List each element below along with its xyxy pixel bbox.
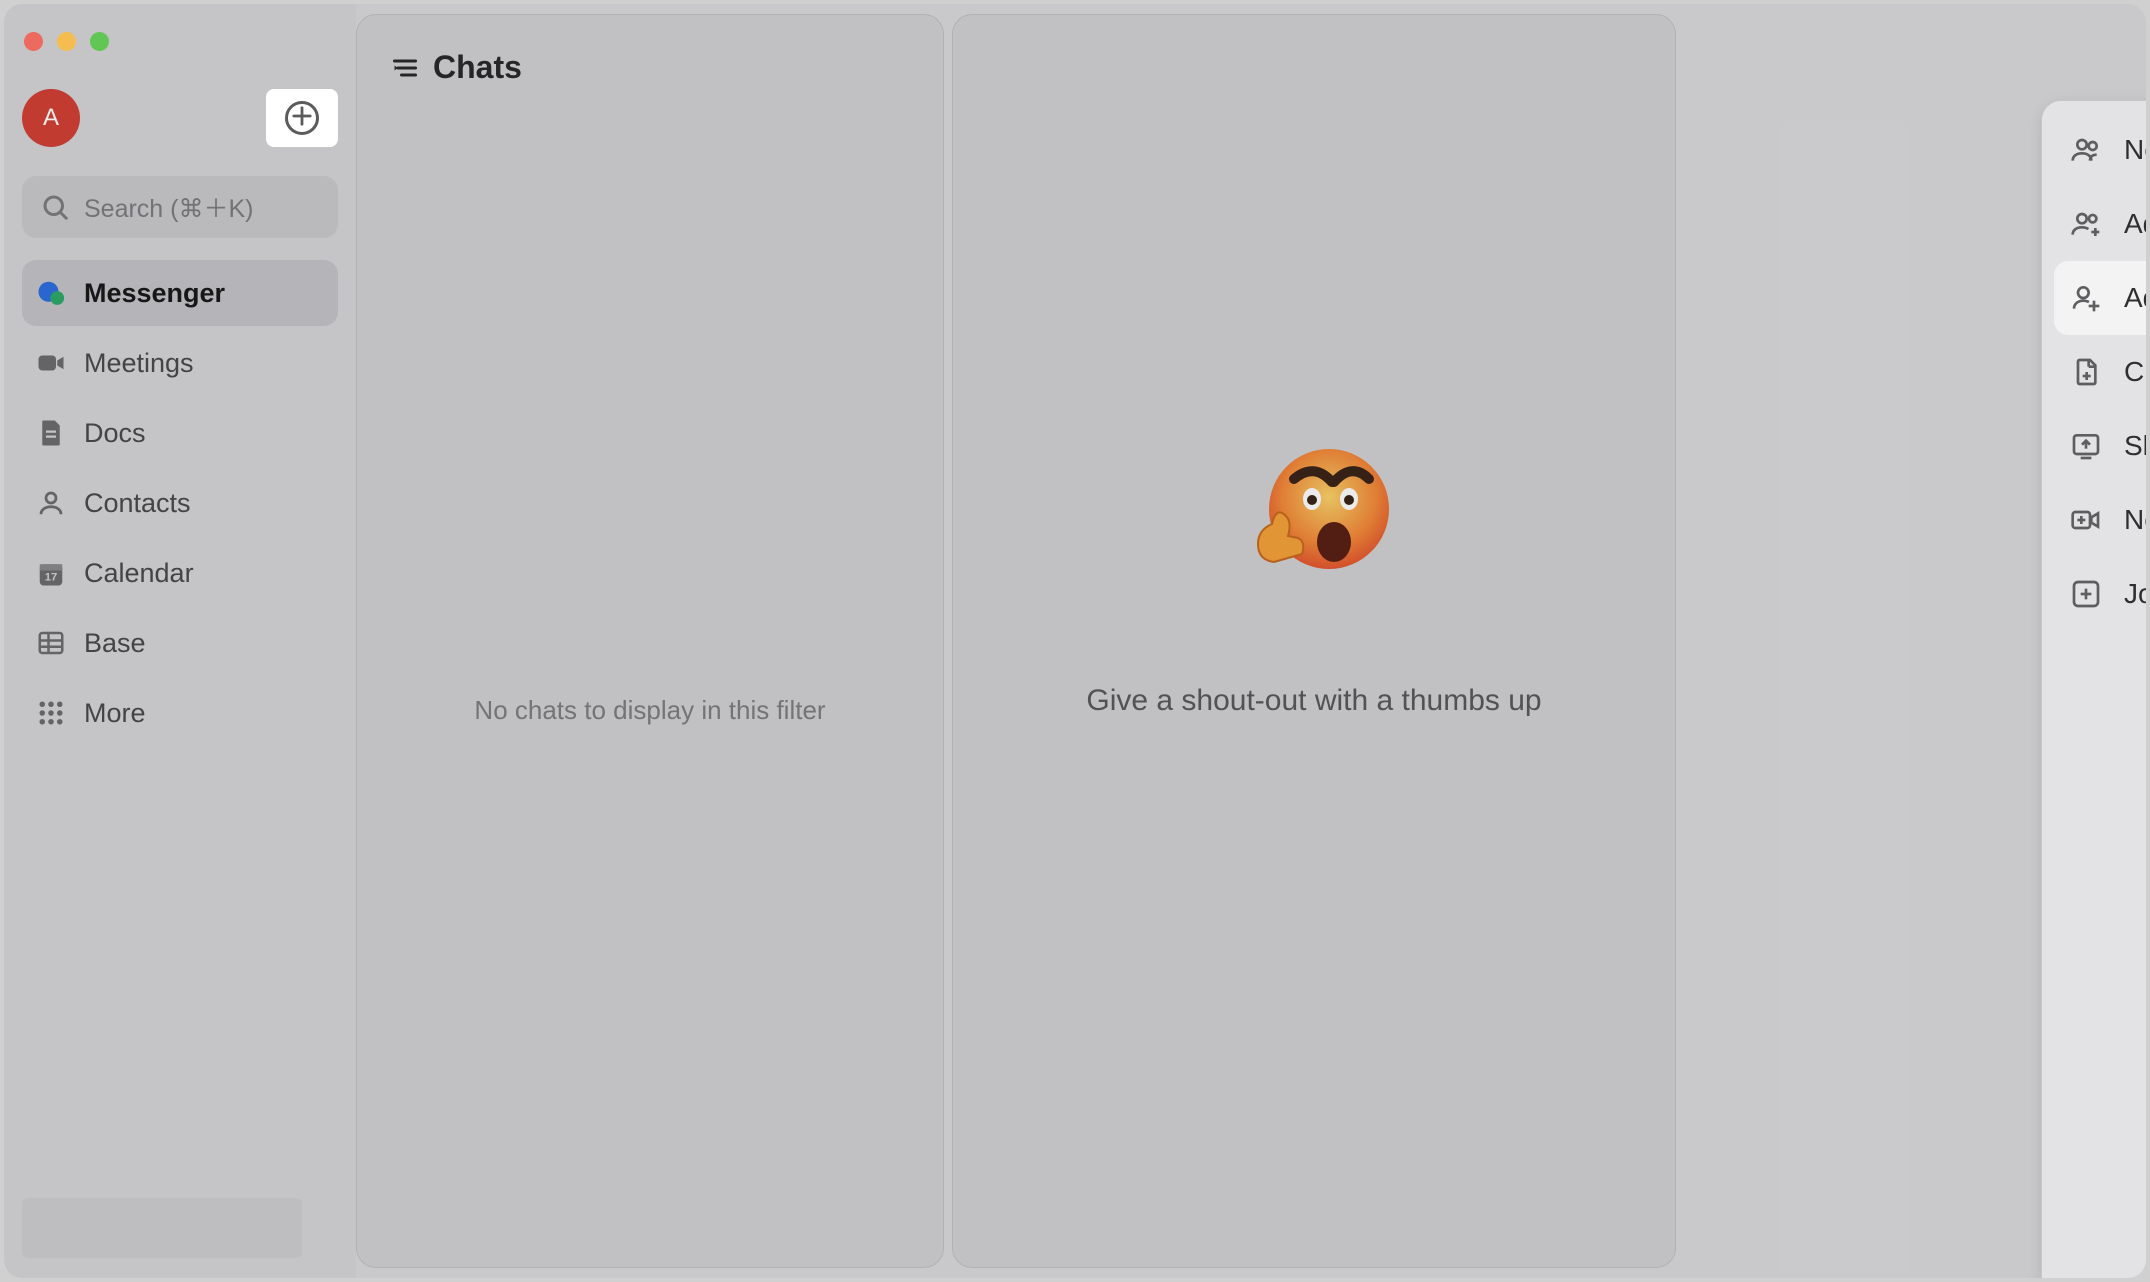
menu-item-label: New Group [2124, 134, 2146, 166]
add-contact-icon [2070, 282, 2102, 314]
menu-item-new-video-meeting[interactable]: New Video Meeting [2054, 483, 2146, 557]
menu-item-label: Create Docs [2124, 356, 2146, 388]
menu-item-share-screen[interactable]: Share Screen [2054, 409, 2146, 483]
menu-item-label: Share Screen [2124, 430, 2146, 462]
chats-empty-text: No chats to display in this filter [357, 695, 943, 726]
add-member-icon [2070, 208, 2102, 240]
main-empty-state: Give a shout-out with a thumbs up [952, 14, 1676, 1268]
sidebar-item-label: Meetings [84, 348, 194, 379]
join-meeting-icon [2070, 578, 2102, 610]
sidebar-item-label: Base [84, 628, 146, 659]
base-icon [36, 628, 66, 658]
sidebar-item-more[interactable]: More [22, 680, 338, 746]
chats-title: Chats [433, 49, 522, 86]
share-screen-icon [2070, 430, 2102, 462]
menu-item-new-group[interactable]: New Group [2054, 113, 2146, 187]
svg-text:17: 17 [45, 572, 58, 584]
search-icon [40, 192, 70, 222]
sidebar-item-contacts[interactable]: Contacts [22, 470, 338, 536]
app-window: A Search (⌘＋K) [4, 4, 2146, 1278]
filter-icon [391, 54, 419, 82]
window-controls [24, 32, 109, 51]
group-icon [2070, 134, 2102, 166]
menu-item-add-external-contact[interactable]: Add External Contact [2054, 261, 2146, 335]
close-window-button[interactable] [24, 32, 43, 51]
compose-dropdown: New Group Add Organization Member Add Ex… [2041, 100, 2146, 1278]
create-docs-icon [2070, 356, 2102, 388]
avatar[interactable]: A [22, 89, 80, 147]
nav-list: Messenger Meetings Docs Contacts [22, 260, 338, 746]
calendar-icon: 17 [36, 558, 66, 588]
menu-item-label: Add External Contact [2124, 282, 2146, 314]
contacts-icon [36, 488, 66, 518]
video-icon [36, 348, 66, 378]
more-icon [36, 698, 66, 728]
new-video-icon [2070, 504, 2102, 536]
search-input[interactable]: Search (⌘＋K) [22, 176, 338, 238]
sidebar-item-meetings[interactable]: Meetings [22, 330, 338, 396]
menu-item-create-docs[interactable]: Create Docs [2054, 335, 2146, 409]
plus-icon [288, 102, 316, 134]
sidebar-item-docs[interactable]: Docs [22, 400, 338, 466]
nav-sidebar: A Search (⌘＋K) [4, 4, 356, 1278]
sidebar-item-base[interactable]: Base [22, 610, 338, 676]
menu-item-add-org-member[interactable]: Add Organization Member [2054, 187, 2146, 261]
thumbs-up-emoji-icon [1234, 444, 1394, 574]
chats-header[interactable]: Chats [357, 49, 943, 86]
empty-state-text: Give a shout-out with a thumbs up [1086, 684, 1541, 718]
menu-item-label: Add Organization Member [2124, 208, 2146, 240]
search-placeholder: Search (⌘＋K) [84, 189, 253, 225]
menu-item-label: Join Video Meeting [2124, 578, 2146, 610]
sidebar-item-label: Messenger [84, 278, 225, 309]
sidebar-footer [22, 1198, 302, 1258]
compose-button[interactable] [285, 101, 319, 135]
sidebar-item-label: Calendar [84, 558, 194, 589]
sidebar-item-calendar[interactable]: 17 Calendar [22, 540, 338, 606]
compose-button-container [266, 89, 338, 147]
menu-item-join-video-meeting[interactable]: Join Video Meeting [2054, 557, 2146, 631]
chats-column: Chats No chats to display in this filter [356, 14, 944, 1268]
menu-item-label: New Video Meeting [2124, 504, 2146, 536]
avatar-initial: A [43, 104, 59, 132]
sidebar-item-label: More [84, 698, 146, 729]
sidebar-item-label: Contacts [84, 488, 191, 519]
minimize-window-button[interactable] [57, 32, 76, 51]
messenger-icon [36, 278, 66, 308]
sidebar-item-label: Docs [84, 418, 146, 449]
avatar-row: A [22, 88, 338, 148]
maximize-window-button[interactable] [90, 32, 109, 51]
docs-icon [36, 418, 66, 448]
sidebar-item-messenger[interactable]: Messenger [22, 260, 338, 326]
